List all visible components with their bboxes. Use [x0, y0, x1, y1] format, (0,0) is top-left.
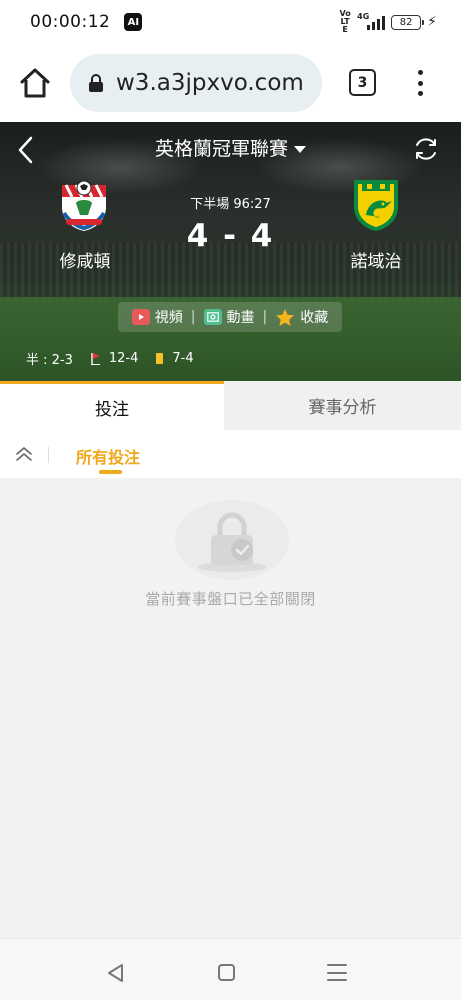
- play-icon: [131, 309, 150, 325]
- corners-stat: 12-4: [90, 351, 139, 366]
- status-bar: 00:00:12 AI Vo LTE 4G 82 ⚡: [0, 0, 461, 44]
- favorite-label: 收藏: [300, 310, 329, 326]
- lock-icon: [89, 74, 103, 92]
- collapse-up-icon[interactable]: [14, 444, 34, 464]
- corners-value: 12-4: [108, 351, 139, 366]
- browser-menu-icon[interactable]: [410, 68, 430, 98]
- browser-toolbar: w3.a3jpxvo.com 3: [0, 44, 461, 122]
- locked-market-icon: [175, 500, 289, 580]
- volte-indicator: Vo LTE: [339, 9, 351, 34]
- league-selector[interactable]: 英格蘭冠軍聯賽: [0, 134, 461, 161]
- video-button[interactable]: 視頻: [131, 307, 183, 327]
- empty-state-message: 當前賽事盤口已全部關閉: [145, 590, 316, 608]
- status-icons: Vo LTE 4G 82 ⚡: [339, 10, 437, 34]
- star-icon: [276, 308, 295, 326]
- signal-icon: 4G: [357, 12, 386, 30]
- media-bar: 視頻 | 動畫 | 收藏: [118, 302, 342, 332]
- yellow-cards-value: 7-4: [172, 351, 194, 366]
- address-bar[interactable]: w3.a3jpxvo.com: [70, 54, 322, 112]
- video-label: 視頻: [154, 310, 183, 326]
- yellow-cards-stat: 7-4: [156, 351, 194, 366]
- nav-recents-icon[interactable]: [327, 964, 347, 981]
- status-time: 00:00:12: [30, 12, 111, 32]
- league-name: 英格蘭冠軍聯賽: [154, 138, 288, 160]
- home-icon[interactable]: [18, 66, 52, 100]
- pitch-icon: [203, 309, 222, 325]
- ai-badge: AI: [124, 13, 143, 31]
- match-score: 4 - 4: [186, 218, 275, 254]
- battery-level: 82: [399, 16, 413, 28]
- match-stats: 半 : 2-3 12-4 7-4: [26, 349, 212, 368]
- tab-switcher-button[interactable]: 3: [349, 69, 376, 96]
- favorite-button[interactable]: 收藏: [275, 307, 328, 327]
- sub-tab-all-bets[interactable]: 所有投注: [76, 444, 140, 468]
- refresh-icon[interactable]: [413, 136, 439, 162]
- battery-icon: 82: [391, 14, 425, 30]
- animation-button[interactable]: 動畫: [203, 307, 255, 327]
- tab-bet[interactable]: 投注: [0, 381, 224, 430]
- media-divider: |: [190, 309, 196, 325]
- bet-sub-tabs: 所有投注: [0, 430, 461, 478]
- main-tabs: 投注 賽事分析: [0, 381, 461, 430]
- match-status: 下半場 96:27: [190, 197, 271, 212]
- caret-down-icon: [294, 146, 306, 153]
- media-divider: |: [262, 309, 268, 325]
- url-text: w3.a3jpxvo.com: [116, 70, 304, 96]
- match-header: 英格蘭冠軍聯賽 修咸頓 諾域治 下半場 96:27 4 - 4 視頻 | 動畫 …: [0, 122, 461, 381]
- animation-label: 動畫: [226, 310, 255, 326]
- nav-back-icon[interactable]: [106, 963, 126, 983]
- charging-icon: ⚡: [427, 14, 437, 30]
- nav-home-icon[interactable]: [218, 964, 235, 981]
- sub-tab-divider: [48, 447, 49, 463]
- system-nav-bar: [0, 938, 461, 1000]
- half-time-score: 半 : 2-3: [26, 353, 73, 368]
- active-tab-indicator: [99, 470, 122, 474]
- corner-flag-icon: [90, 353, 100, 365]
- yellow-card-icon: [156, 353, 164, 364]
- tab-analysis[interactable]: 賽事分析: [224, 381, 461, 430]
